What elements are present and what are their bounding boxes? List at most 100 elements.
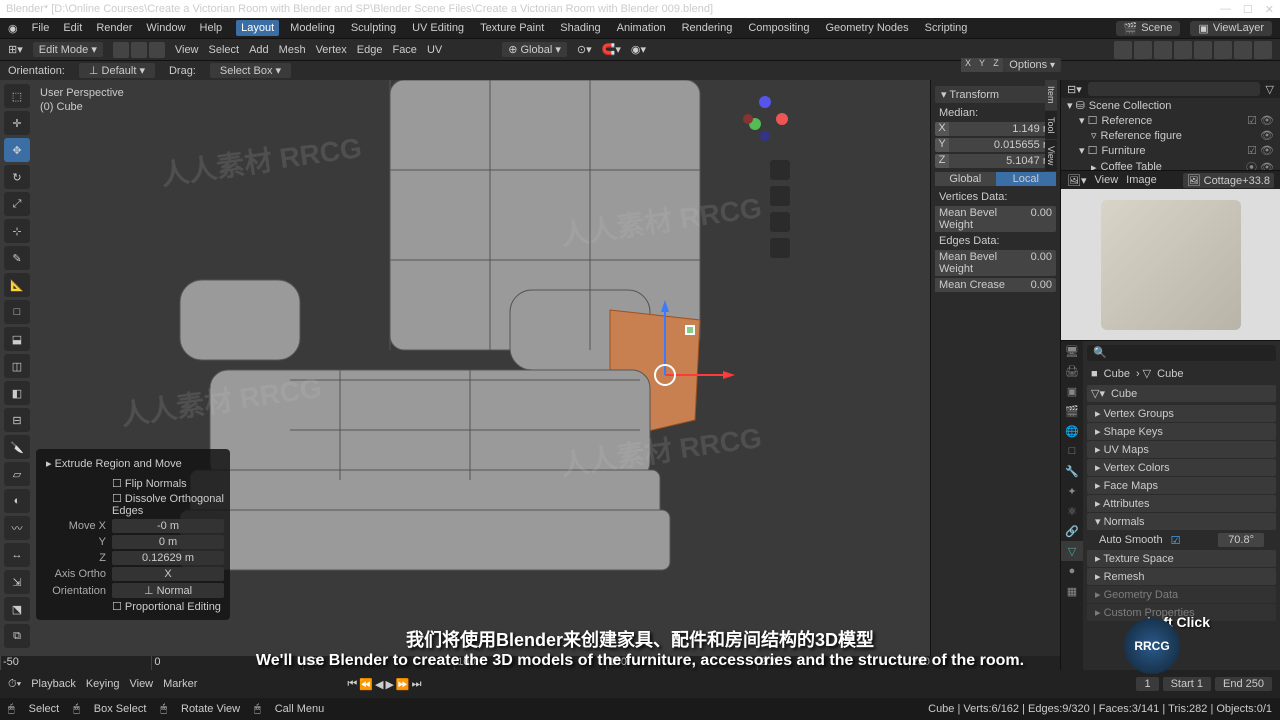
inset-tool-icon[interactable]: ◫ bbox=[4, 354, 30, 378]
tab-tool[interactable]: Tool bbox=[1045, 111, 1057, 141]
nav-gizmo[interactable] bbox=[740, 94, 790, 144]
em-view[interactable]: View bbox=[175, 44, 199, 56]
menu-window[interactable]: Window bbox=[146, 22, 185, 34]
sec-vertexcolors[interactable]: ▸ Vertex Colors bbox=[1087, 459, 1276, 476]
sec-remesh[interactable]: ▸ Remesh bbox=[1087, 568, 1276, 585]
tab-constraint-icon[interactable]: 🔗 bbox=[1061, 521, 1083, 541]
outliner-obj[interactable]: ▿ Reference figure👁 bbox=[1061, 128, 1280, 143]
datablock-selector[interactable]: ▽▾ Cube bbox=[1087, 385, 1276, 402]
sec-vertexgroups[interactable]: ▸ Vertex Groups bbox=[1087, 405, 1276, 422]
overlay-toggle-icon[interactable] bbox=[1134, 41, 1152, 59]
bevel-tool-icon[interactable]: ◧ bbox=[4, 381, 30, 405]
tab-physics-icon[interactable]: ⚛ bbox=[1061, 501, 1083, 521]
lock-x-icon[interactable]: X bbox=[961, 58, 975, 72]
propedit-check[interactable]: Proportional Editing bbox=[125, 601, 221, 613]
tab-texture-icon[interactable]: ▦ bbox=[1061, 581, 1083, 601]
outliner-root[interactable]: ▾ ⛁ Scene Collection bbox=[1061, 98, 1280, 113]
autosmooth-angle-field[interactable]: 70.8° bbox=[1218, 533, 1264, 547]
crease-field[interactable]: 0.00 bbox=[1026, 278, 1056, 292]
image-name[interactable]: 🖼 Cottage+33.8 bbox=[1183, 173, 1274, 188]
axis-field[interactable]: X bbox=[112, 567, 224, 581]
polybuild-tool-icon[interactable]: ▱ bbox=[4, 462, 30, 486]
outliner-collection[interactable]: ▾ ☐ Reference☑ 👁 bbox=[1061, 113, 1280, 128]
ws-render[interactable]: Rendering bbox=[677, 20, 738, 36]
vertex-select-icon[interactable] bbox=[113, 42, 129, 58]
outliner[interactable]: ⊟▾ ▽ ▾ ⛁ Scene Collection ▾ ☐ Reference☑… bbox=[1061, 80, 1280, 170]
em-uv[interactable]: UV bbox=[427, 44, 442, 56]
transform-orientation[interactable]: ⊕ Global ▾ bbox=[502, 42, 567, 57]
lock-y-icon[interactable]: Y bbox=[975, 58, 989, 72]
shear-tool-icon[interactable]: ⬔ bbox=[4, 597, 30, 621]
local-button[interactable]: Local bbox=[996, 172, 1057, 186]
ws-layout[interactable]: Layout bbox=[236, 20, 279, 36]
current-frame-field[interactable]: 1 bbox=[1136, 677, 1158, 691]
ws-script[interactable]: Scripting bbox=[920, 20, 973, 36]
play-icon[interactable]: ▶ bbox=[385, 678, 393, 691]
image-editor-icon[interactable]: 🖼▾ bbox=[1067, 174, 1087, 187]
tab-data-icon[interactable]: ▽ bbox=[1061, 541, 1083, 561]
editor-type-icon[interactable]: ⊞▾ bbox=[8, 43, 23, 56]
camera-icon[interactable] bbox=[770, 212, 790, 232]
edgeslide-tool-icon[interactable]: ↔ bbox=[4, 543, 30, 567]
outliner-collection[interactable]: ▾ ☐ Furniture☑ 👁 bbox=[1061, 143, 1280, 158]
img-image-menu[interactable]: Image bbox=[1126, 174, 1157, 186]
end-frame-field[interactable]: End 250 bbox=[1215, 677, 1272, 691]
close-icon[interactable]: ✕ bbox=[1265, 3, 1274, 16]
ws-sculpting[interactable]: Sculpting bbox=[346, 20, 401, 36]
rendered-shading-icon[interactable] bbox=[1234, 41, 1252, 59]
scene-selector[interactable]: 🎬Scene bbox=[1116, 21, 1181, 36]
minimize-icon[interactable]: — bbox=[1220, 3, 1231, 16]
tl-view[interactable]: View bbox=[129, 678, 153, 690]
annotate-tool-icon[interactable]: ✎ bbox=[4, 246, 30, 270]
orient-select[interactable]: ⊥ Default ▾ bbox=[79, 63, 155, 78]
flipnormals-check[interactable]: Flip Normals bbox=[125, 478, 187, 490]
spin-tool-icon[interactable]: ◐ bbox=[4, 489, 30, 513]
move-tool-icon[interactable]: ✥ bbox=[4, 138, 30, 162]
median-z-field[interactable]: 5.1047 m bbox=[949, 154, 1056, 168]
loopcut-tool-icon[interactable]: ⊟ bbox=[4, 408, 30, 432]
em-mesh[interactable]: Mesh bbox=[279, 44, 306, 56]
keyframe-next-icon[interactable]: ⏩ bbox=[396, 678, 410, 691]
transform-header[interactable]: ▾ Transform bbox=[935, 86, 1056, 103]
ebevel-field[interactable]: 0.00 bbox=[1026, 250, 1056, 276]
tab-modifier-icon[interactable]: 🔧 bbox=[1061, 461, 1083, 481]
median-y-field[interactable]: 0.015655 m bbox=[949, 138, 1056, 152]
select-tool-icon[interactable]: ⬚ bbox=[4, 84, 30, 108]
image-editor[interactable]: 🖼▾ View Image 🖼 Cottage+33.8 bbox=[1061, 170, 1280, 340]
img-view-menu[interactable]: View bbox=[1095, 174, 1119, 186]
tab-particle-icon[interactable]: ✦ bbox=[1061, 481, 1083, 501]
3d-viewport[interactable]: ⬚ ✛ ✥ ↻ ⤢ ⊹ ✎ 📐 □ ⬓ ◫ ◧ ⊟ 🔪 ▱ ◐ 〰 ↔ ⇲ ⬔ … bbox=[0, 80, 930, 670]
smooth-tool-icon[interactable]: 〰 bbox=[4, 516, 30, 540]
timeline-icon[interactable]: ⏱▾ bbox=[8, 678, 21, 691]
viewlayer-selector[interactable]: ▣ViewLayer bbox=[1190, 21, 1272, 36]
outliner-type-icon[interactable]: ⊟▾ bbox=[1067, 83, 1082, 96]
em-edge[interactable]: Edge bbox=[357, 44, 383, 56]
outliner-obj[interactable]: ▸ Coffee Table⦿ 👁 bbox=[1061, 158, 1280, 170]
sec-uvmaps[interactable]: ▸ UV Maps bbox=[1087, 441, 1276, 458]
tab-output-icon[interactable]: 🖨 bbox=[1061, 361, 1083, 381]
redo-panel[interactable]: ▸ Extrude Region and Move ☐ Flip Normals… bbox=[36, 449, 230, 620]
keyframe-prev-icon[interactable]: ⏪ bbox=[359, 678, 373, 691]
menu-file[interactable]: File bbox=[32, 22, 50, 34]
tab-render-icon[interactable]: 🖥 bbox=[1061, 341, 1083, 361]
sec-attributes[interactable]: ▸ Attributes bbox=[1087, 495, 1276, 512]
em-face[interactable]: Face bbox=[392, 44, 416, 56]
menu-render[interactable]: Render bbox=[96, 22, 132, 34]
lock-z-icon[interactable]: Z bbox=[989, 58, 1003, 72]
sec-normals[interactable]: ▾ Normals bbox=[1087, 513, 1276, 530]
sec-shapekeys[interactable]: ▸ Shape Keys bbox=[1087, 423, 1276, 440]
options-dropdown[interactable]: Options ▾ bbox=[1003, 58, 1061, 72]
props-search[interactable] bbox=[1087, 345, 1276, 361]
extrude-tool-icon[interactable]: ⬓ bbox=[4, 327, 30, 351]
global-button[interactable]: Global bbox=[935, 172, 996, 186]
drag-select[interactable]: Select Box ▾ bbox=[210, 63, 291, 78]
movey-field[interactable]: 0 m bbox=[112, 535, 224, 549]
transform-tool-icon[interactable]: ⊹ bbox=[4, 219, 30, 243]
orient-field[interactable]: ⊥ Normal bbox=[112, 583, 224, 598]
mode-selector[interactable]: Edit Mode ▾ bbox=[33, 42, 103, 57]
ws-geonodes[interactable]: Geometry Nodes bbox=[820, 20, 913, 36]
addcube-tool-icon[interactable]: □ bbox=[4, 300, 30, 324]
knife-tool-icon[interactable]: 🔪 bbox=[4, 435, 30, 459]
tab-object-icon[interactable]: □ bbox=[1061, 441, 1083, 461]
jump-end-icon[interactable]: ⏭ bbox=[412, 678, 422, 691]
